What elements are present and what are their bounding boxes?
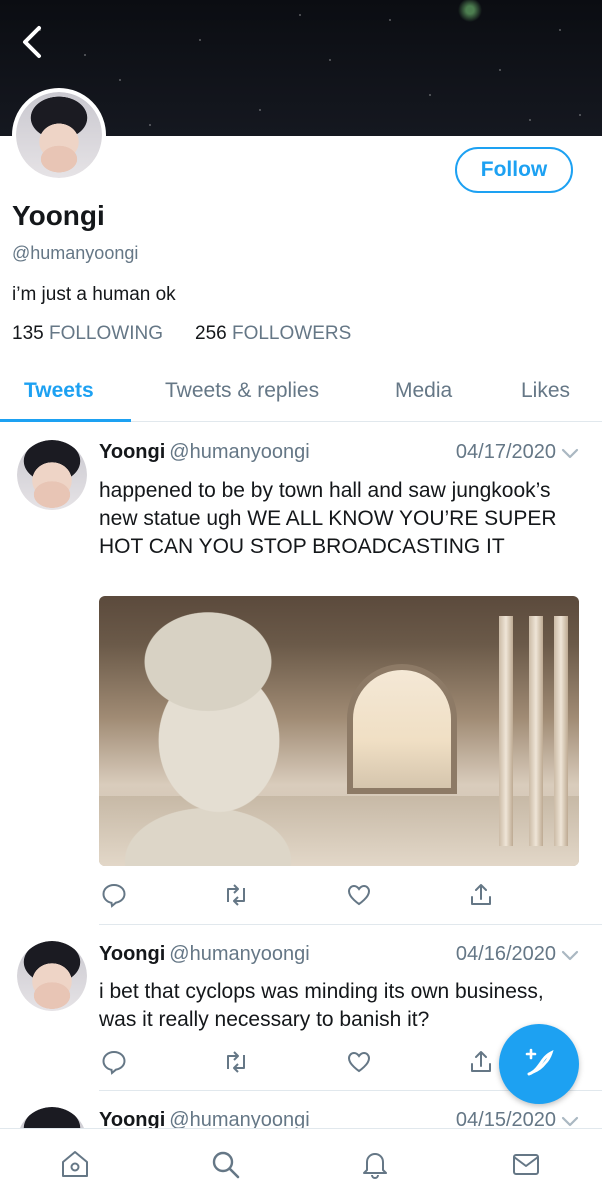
reply-icon [102,883,126,908]
tweet-date: 04/17/2020 [455,441,556,463]
tweet-author-name[interactable]: Yoongi [99,441,165,463]
tweet-divider [99,924,602,925]
tweet-menu-button[interactable] [560,946,580,966]
tab-media[interactable]: Media [395,360,452,422]
reply-button[interactable] [99,880,129,910]
tweet-header: Yoongi @humanyoongi [99,441,310,464]
profile-handle: @humanyoongi [12,243,139,263]
following-stat[interactable]: 135 FOLLOWING [12,323,163,345]
follow-button[interactable]: Follow [455,147,573,193]
profile-tabs: Tweets Tweets & replies Media Likes [0,360,602,422]
tweet-media-image[interactable] [99,596,579,866]
share-button[interactable] [466,880,496,910]
followers-count: 256 [195,323,227,344]
tweet-menu-button[interactable] [560,444,580,464]
retweet-icon [227,1051,245,1073]
tweet-date: 04/16/2020 [455,943,556,965]
bottom-navigation [0,1128,602,1200]
like-button[interactable] [344,1047,374,1077]
share-button[interactable] [466,1047,496,1077]
followers-label: FOLLOWERS [231,323,352,344]
home-icon [62,1151,88,1177]
chevron-down-icon [561,448,579,459]
profile-avatar[interactable] [12,88,106,182]
like-button[interactable] [344,880,374,910]
retweet-button[interactable] [221,880,251,910]
tweet-avatar[interactable] [17,941,87,1011]
active-tab-indicator [0,419,131,422]
retweet-icon [227,884,245,906]
chevron-down-icon [561,950,579,961]
compose-tweet-button[interactable] [499,1024,579,1104]
avatar-image [16,92,102,178]
compose-tweet-icon [525,1048,554,1076]
tweet-author-handle[interactable]: @humanyoongi [169,441,309,463]
media-column [554,616,568,846]
back-button[interactable] [14,24,50,60]
reply-button[interactable] [99,1047,129,1077]
avatar-image [17,440,87,510]
nav-messages[interactable] [509,1147,543,1181]
followers-stat[interactable]: 256 FOLLOWERS [195,323,351,345]
reply-icon [102,1050,126,1075]
tweet-avatar[interactable] [17,440,87,510]
media-column [499,616,513,846]
tab-tweets-replies[interactable]: Tweets & replies [165,360,319,422]
nav-search[interactable] [208,1147,242,1181]
tweet-text: happened to be by town hall and saw jung… [99,479,557,558]
tweet-author-handle[interactable]: @humanyoongi [169,943,309,965]
media-column [529,616,543,846]
share-icon [471,884,491,905]
tab-likes[interactable]: Likes [521,360,570,422]
tab-tweets[interactable]: Tweets [24,360,94,422]
tweet-header: Yoongi @humanyoongi [99,943,310,966]
heart-icon [347,1051,371,1073]
mail-icon [513,1154,539,1175]
avatar-image [17,941,87,1011]
search-icon [212,1151,240,1179]
back-arrow-icon [23,26,41,58]
following-count: 135 [12,323,44,344]
heart-icon [347,884,371,906]
nav-home[interactable] [58,1147,92,1181]
following-label: FOLLOWING [48,323,163,344]
retweet-button[interactable] [221,1047,251,1077]
tweet-actions [99,880,499,910]
media-arch [347,664,457,794]
tweet-text: i bet that cyclops was minding its own b… [99,980,544,1031]
profile-name: Yoongi [12,200,105,231]
share-icon [471,1051,491,1072]
bell-icon [363,1153,387,1179]
media-statue-bust [109,604,329,866]
tweet-actions [99,1047,499,1077]
tweet-author-name[interactable]: Yoongi [99,943,165,965]
profile-bio: i’m just a human ok [12,284,176,305]
profile-stats: 135 FOLLOWING 256 FOLLOWERS [12,323,351,345]
nav-notifications[interactable] [358,1147,392,1181]
